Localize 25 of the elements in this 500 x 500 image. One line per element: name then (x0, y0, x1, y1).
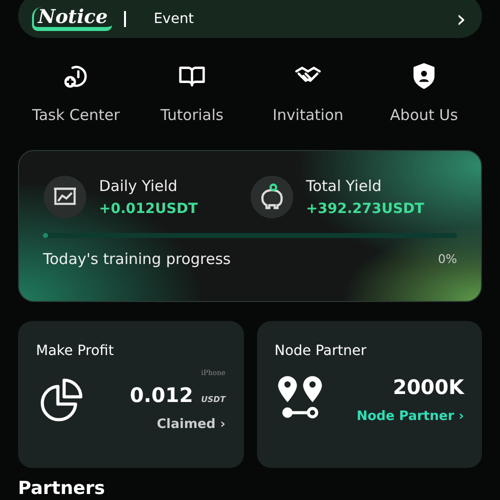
progress-reading: 0% (438, 252, 457, 266)
chevron-icon: › (456, 7, 466, 31)
info-card[interactable]: Node Partner 2000K Node Partner › (256, 321, 482, 468)
menu-label[interactable]: Task Center (32, 106, 120, 124)
menu-label[interactable]: Tutorials (160, 106, 224, 124)
menu-label[interactable]: About Us (390, 106, 458, 124)
menu-label[interactable]: Invitation (272, 106, 344, 124)
chart-board-icon (43, 175, 87, 219)
card-link[interactable]: Claimed › (156, 417, 226, 432)
stat-title: Total Yield (306, 177, 383, 195)
card-value: 2000K (392, 375, 464, 399)
card-unit: USDT (201, 395, 226, 404)
card-title: Make Profit (36, 343, 115, 359)
notice-logo: Notice (32, 7, 112, 31)
piggy-bank-icon (250, 175, 294, 219)
notice-text: Event (154, 11, 195, 27)
stat-value: +0.012USDT (99, 201, 198, 217)
stat-title: Daily Yield (99, 177, 178, 195)
stat-value: +392.273USDT (306, 201, 424, 217)
card-link[interactable]: Node Partner › (356, 409, 464, 424)
progress-label: Today's training progress (43, 250, 231, 268)
card-title: Node Partner (274, 343, 368, 359)
section-title: Partners (18, 478, 106, 499)
notice-bar[interactable]: Notice Event › (18, 0, 482, 38)
card-value: 0.012 (130, 383, 194, 407)
